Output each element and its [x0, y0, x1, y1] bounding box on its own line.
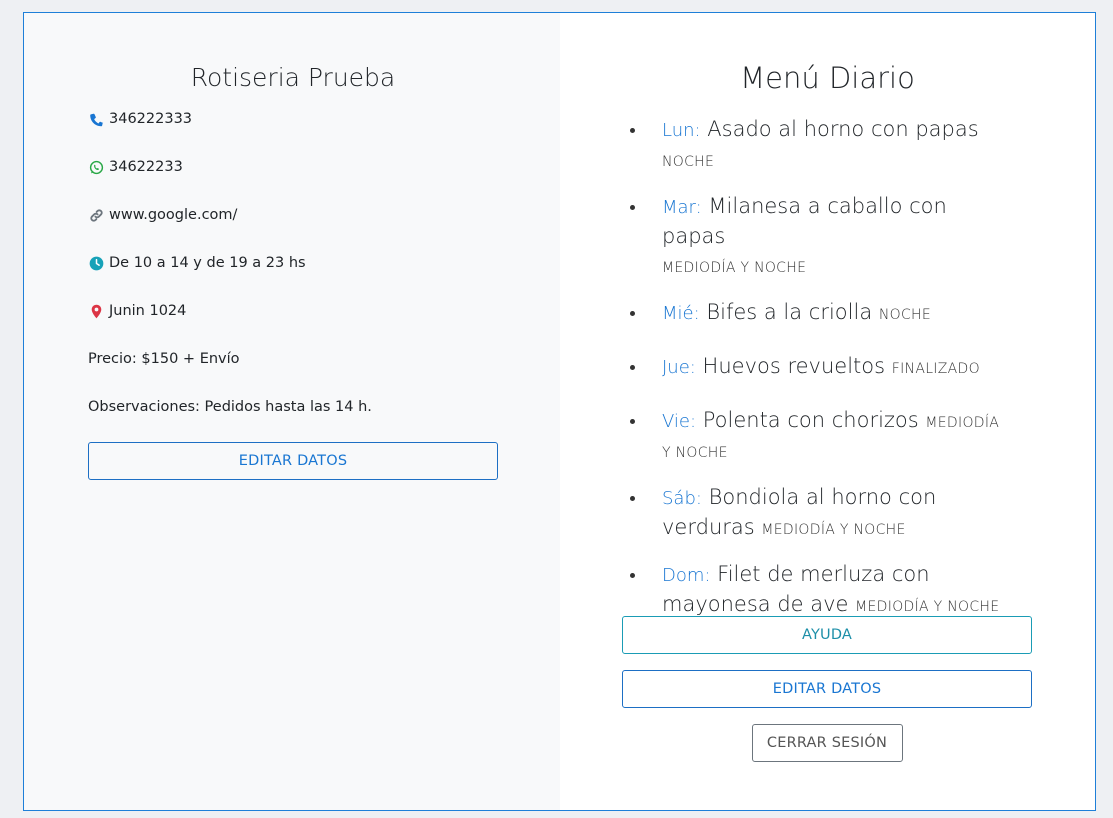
website-link[interactable]: www.google.com/: [109, 207, 237, 223]
menu-day: Dom:: [662, 565, 711, 586]
logout-button[interactable]: CERRAR SESIÓN: [751, 724, 903, 762]
notes-text: Observaciones: Pedidos hasta las 14 h.: [88, 399, 372, 415]
menu-item-content: Vie: Polenta con chorizos MEDIODÍA Y NOC…: [631, 406, 1008, 465]
menu-item: Vie: Polenta con chorizos MEDIODÍA Y NOC…: [560, 406, 1008, 465]
menu-item: Mié: Bifes a la criolla NOCHE: [560, 298, 1008, 328]
price-text: Precio: $150 + Envío: [88, 351, 240, 367]
menu-dish: Huevos revueltos: [702, 354, 886, 378]
link-icon: [88, 207, 104, 223]
menu-day: Jue:: [662, 357, 696, 378]
hours-line: De 10 a 14 y de 19 a 23 hs: [88, 252, 560, 274]
phone-line: 346222333: [88, 108, 560, 130]
menu-title: Menú Diario: [740, 61, 915, 95]
menu-dish: Bifes a la criolla: [706, 300, 873, 324]
menu-day: Mié:: [662, 303, 700, 324]
menu-shift: NOCHE: [878, 307, 932, 323]
edit-menu-button[interactable]: EDITAR DATOS: [622, 670, 1032, 708]
menu-item: Lun: Asado al horno con papas NOCHE: [560, 115, 1008, 174]
menu-day: Sáb:: [662, 488, 702, 509]
main-card: Rotiseria Prueba 346222333 34622233 www.…: [23, 12, 1096, 811]
menu-item: Sáb: Bondiola al horno con verduras MEDI…: [560, 483, 1008, 542]
menu-item: Dom: Filet de merluza con mayonesa de av…: [560, 560, 1008, 619]
menu-dish: Milanesa a caballo con papas: [662, 194, 947, 248]
help-button[interactable]: AYUDA: [622, 616, 1032, 654]
menu-item-content: Mié: Bifes a la criolla NOCHE: [631, 298, 1008, 328]
menu-item-content: Lun: Asado al horno con papas NOCHE: [631, 115, 1008, 174]
actions-group: AYUDA EDITAR DATOS CERRAR SESIÓN: [622, 616, 1032, 762]
menu-dish: Polenta con chorizos: [702, 408, 919, 432]
business-hours: De 10 a 14 y de 19 a 23 hs: [109, 255, 306, 271]
clock-icon: [88, 255, 104, 271]
menu-day: Lun:: [662, 120, 701, 141]
business-address: Junin 1024: [109, 303, 187, 319]
edit-business-button[interactable]: EDITAR DATOS: [88, 442, 498, 480]
menu-item-content: Mar: Milanesa a caballo con papas MEDIODÍ…: [631, 192, 1008, 280]
menu-shift: MEDIODÍA Y NOCHE: [761, 522, 906, 538]
business-name: Rotiseria Prueba: [190, 63, 396, 92]
website-line: www.google.com/: [88, 204, 560, 226]
menu-item-content: Dom: Filet de merluza con mayonesa de av…: [631, 560, 1008, 619]
daily-menu-panel: Menú Diario Lun: Asado al horno con papa…: [560, 13, 1095, 810]
phone-number: 346222333: [109, 111, 193, 127]
menu-item-content: Sáb: Bondiola al horno con verduras MEDI…: [631, 483, 1008, 542]
notes-line: Observaciones: Pedidos hasta las 14 h.: [88, 396, 560, 418]
whatsapp-line: 34622233: [88, 156, 560, 178]
menu-day: Mar:: [662, 197, 702, 218]
phone-icon: [88, 111, 104, 127]
address-line: Junin 1024: [88, 300, 560, 322]
whatsapp-number: 34622233: [109, 159, 183, 175]
menu-shift: FINALIZADO: [891, 361, 980, 377]
menu-item: Jue: Huevos revueltos FINALIZADO: [560, 352, 1008, 382]
business-info-panel: Rotiseria Prueba 346222333 34622233 www.…: [24, 13, 560, 810]
menu-item-content: Jue: Huevos revueltos FINALIZADO: [631, 352, 1008, 382]
whatsapp-icon: [88, 159, 104, 175]
location-pin-icon: [88, 303, 104, 319]
menu-shift: NOCHE: [662, 154, 715, 170]
price-line: Precio: $150 + Envío: [88, 348, 560, 370]
menu-shift: MEDIODÍA Y NOCHE: [855, 599, 1000, 615]
menu-list: Lun: Asado al horno con papas NOCHE Mar: M…: [628, 115, 1008, 619]
menu-shift: MEDIODÍA Y NOCHE: [662, 260, 807, 276]
menu-day: Vie:: [662, 411, 697, 432]
menu-item: Mar: Milanesa a caballo con papas MEDIODÍ…: [560, 192, 1008, 280]
menu-dish: Asado al horno con papas: [707, 117, 979, 141]
